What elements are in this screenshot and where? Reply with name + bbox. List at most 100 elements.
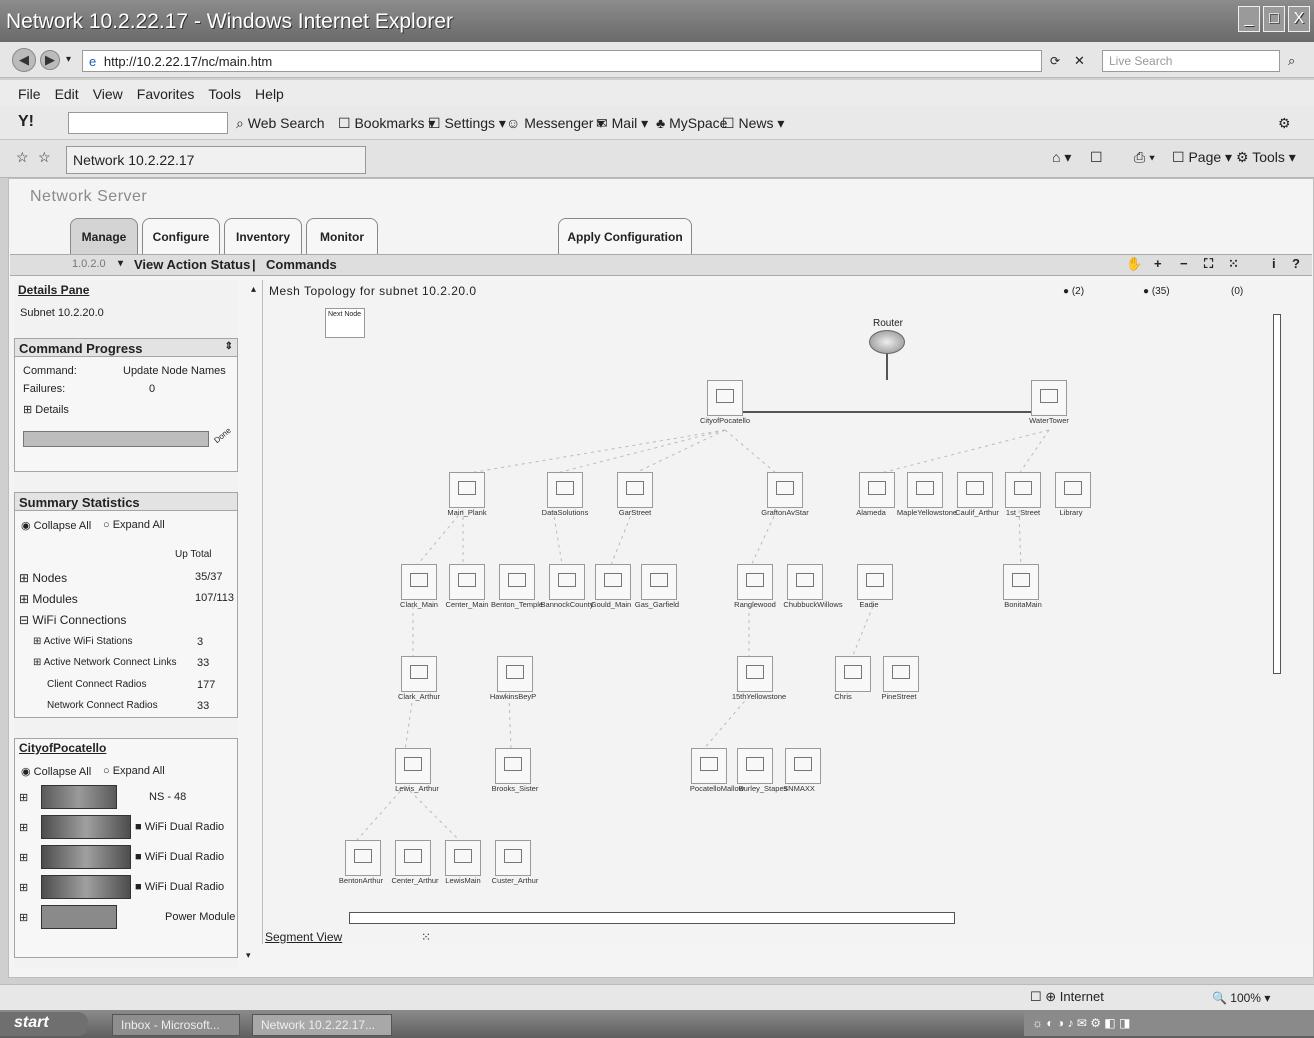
modules-row[interactable]: ⊞ Modules (19, 592, 78, 606)
node-icon[interactable] (641, 564, 677, 600)
node-icon[interactable] (499, 564, 535, 600)
forward-icon[interactable]: ▶ (40, 50, 60, 70)
tab-configure[interactable]: Configure (142, 218, 220, 254)
node-icon[interactable] (1003, 564, 1039, 600)
node-icon[interactable] (857, 564, 893, 600)
node-icon[interactable] (547, 472, 583, 508)
apply-configuration-button[interactable]: Apply Configuration (558, 218, 692, 254)
node-icon[interactable] (767, 472, 803, 508)
node-icon[interactable] (449, 564, 485, 600)
page-menu-button[interactable]: ☐ Page ▾ (1172, 149, 1232, 166)
commands-link[interactable]: Commands (266, 257, 337, 272)
node-icon[interactable] (401, 656, 437, 692)
yahoo-search-input[interactable] (68, 112, 228, 134)
tools-menu-button[interactable]: ⚙ Tools ▾ (1236, 149, 1296, 166)
node-icon[interactable] (737, 656, 773, 692)
city-collapse-all[interactable]: ◉ Collapse All (21, 765, 91, 778)
node-icon[interactable] (449, 472, 485, 508)
tab-current[interactable]: Network 10.2.22.17 (66, 146, 366, 174)
taskbar-item-inbox[interactable]: Inbox - Microsoft... (112, 1014, 240, 1036)
active-network-links-row[interactable]: ⊞ Active Network Connect Links (33, 657, 176, 668)
node-icon[interactable] (737, 748, 773, 784)
details-pane-title[interactable]: Details Pane (18, 283, 89, 297)
nodes-row[interactable]: ⊞ Nodes (19, 571, 67, 585)
back-icon[interactable]: ◀ (12, 48, 36, 72)
segment-view-link[interactable]: Segment View (265, 930, 342, 944)
start-button[interactable]: start (0, 1012, 88, 1036)
segment-layout-icon[interactable]: ⁙ (421, 930, 431, 944)
favorites-star-icon[interactable]: ☆ (16, 149, 29, 166)
minimize-button[interactable]: _ (1238, 6, 1260, 32)
close-button[interactable]: X (1288, 6, 1310, 32)
node-icon[interactable] (859, 472, 895, 508)
node-icon[interactable] (785, 748, 821, 784)
module-expand-icon[interactable]: ⊞ (19, 881, 28, 894)
stop-icon[interactable]: ✕ (1074, 53, 1085, 69)
node-icon[interactable] (495, 748, 531, 784)
add-favorites-icon[interactable]: ☆ (38, 149, 51, 166)
yahoo-news-button[interactable]: ☐ News ▾ (722, 115, 784, 132)
node-icon[interactable] (883, 656, 919, 692)
details-toggle[interactable]: ⊞ Details (23, 403, 69, 416)
node-icon[interactable] (957, 472, 993, 508)
node-icon[interactable] (445, 840, 481, 876)
node-icon[interactable] (1055, 472, 1091, 508)
menu-tools[interactable]: Tools (208, 86, 241, 106)
zoom-level[interactable]: 🔍 100% ▾ (1212, 991, 1270, 1005)
module-expand-icon[interactable]: ⊞ (19, 821, 28, 834)
yahoo-mail-button[interactable]: ✉ Mail ▾ (596, 115, 648, 132)
node-icon[interactable] (595, 564, 631, 600)
menu-favorites[interactable]: Favorites (137, 86, 195, 106)
node-icon[interactable] (1005, 472, 1041, 508)
feeds-icon[interactable]: ☐ (1090, 149, 1103, 166)
wifi-connections-row[interactable]: ⊟ WiFi Connections (19, 613, 126, 627)
yahoo-settings-button[interactable]: ☐ Settings ▾ (428, 115, 506, 132)
node-icon[interactable] (707, 380, 743, 416)
module-expand-icon[interactable]: ⊞ (19, 791, 28, 804)
scroll-down-icon[interactable]: ▾ (246, 950, 251, 961)
node-icon[interactable] (495, 840, 531, 876)
menu-edit[interactable]: Edit (55, 86, 79, 106)
zoom-in-icon[interactable]: + (1154, 256, 1162, 271)
search-icon[interactable]: ⌕ (1288, 53, 1295, 69)
node-icon[interactable] (907, 472, 943, 508)
summary-collapse-all[interactable]: ◉ Collapse All (21, 519, 91, 532)
node-icon[interactable] (787, 564, 823, 600)
summary-expand-all[interactable]: ○ Expand All (103, 519, 165, 531)
node-icon[interactable] (691, 748, 727, 784)
view-action-status-link[interactable]: View Action Status (134, 257, 250, 272)
city-expand-all[interactable]: ○ Expand All (103, 765, 165, 777)
module-expand-icon[interactable]: ⊞ (19, 851, 28, 864)
zoom-out-icon[interactable]: − (1180, 256, 1188, 271)
info-icon[interactable]: i (1272, 256, 1276, 271)
node-icon[interactable] (737, 564, 773, 600)
horizontal-scrollbar[interactable] (349, 912, 955, 924)
address-input[interactable]: e http://10.2.22.17/nc/main.htm (82, 50, 1042, 72)
node-icon[interactable] (345, 840, 381, 876)
menu-view[interactable]: View (93, 86, 123, 106)
tab-inventory[interactable]: Inventory (224, 218, 302, 254)
node-icon[interactable] (395, 840, 431, 876)
pan-icon[interactable]: ✋ (1126, 256, 1142, 272)
active-wifi-stations-row[interactable]: ⊞ Active WiFi Stations (33, 636, 133, 647)
node-icon[interactable] (835, 656, 871, 692)
node-icon[interactable] (617, 472, 653, 508)
yahoo-web-search-button[interactable]: ⌕ Web Search (236, 115, 325, 132)
tab-monitor[interactable]: Monitor (306, 218, 378, 254)
history-dropdown-icon[interactable]: ▾ (66, 54, 71, 65)
module-expand-icon[interactable]: ⊞ (19, 911, 28, 924)
node-icon[interactable] (1031, 380, 1067, 416)
layout-icon[interactable]: ⁙ (1228, 256, 1239, 272)
toolbar-options-icon[interactable]: ⚙ (1278, 115, 1291, 132)
node-icon[interactable] (549, 564, 585, 600)
maximize-button[interactable]: □ (1263, 6, 1285, 32)
tab-manage[interactable]: Manage (70, 218, 138, 254)
taskbar-item-network[interactable]: Network 10.2.22.17... (252, 1014, 392, 1036)
expand-icon[interactable]: ⇕ (225, 341, 233, 352)
yahoo-logo-icon[interactable]: Y! (18, 113, 34, 131)
yahoo-bookmarks-button[interactable]: ☐ Bookmarks ▾ (338, 115, 435, 132)
help-icon[interactable]: ? (1292, 256, 1300, 271)
yahoo-messenger-button[interactable]: ☺ Messenger ▾ (506, 115, 604, 132)
home-icon[interactable]: ⌂ ▾ (1052, 149, 1071, 166)
chevron-down-icon[interactable]: ▾ (118, 258, 123, 269)
